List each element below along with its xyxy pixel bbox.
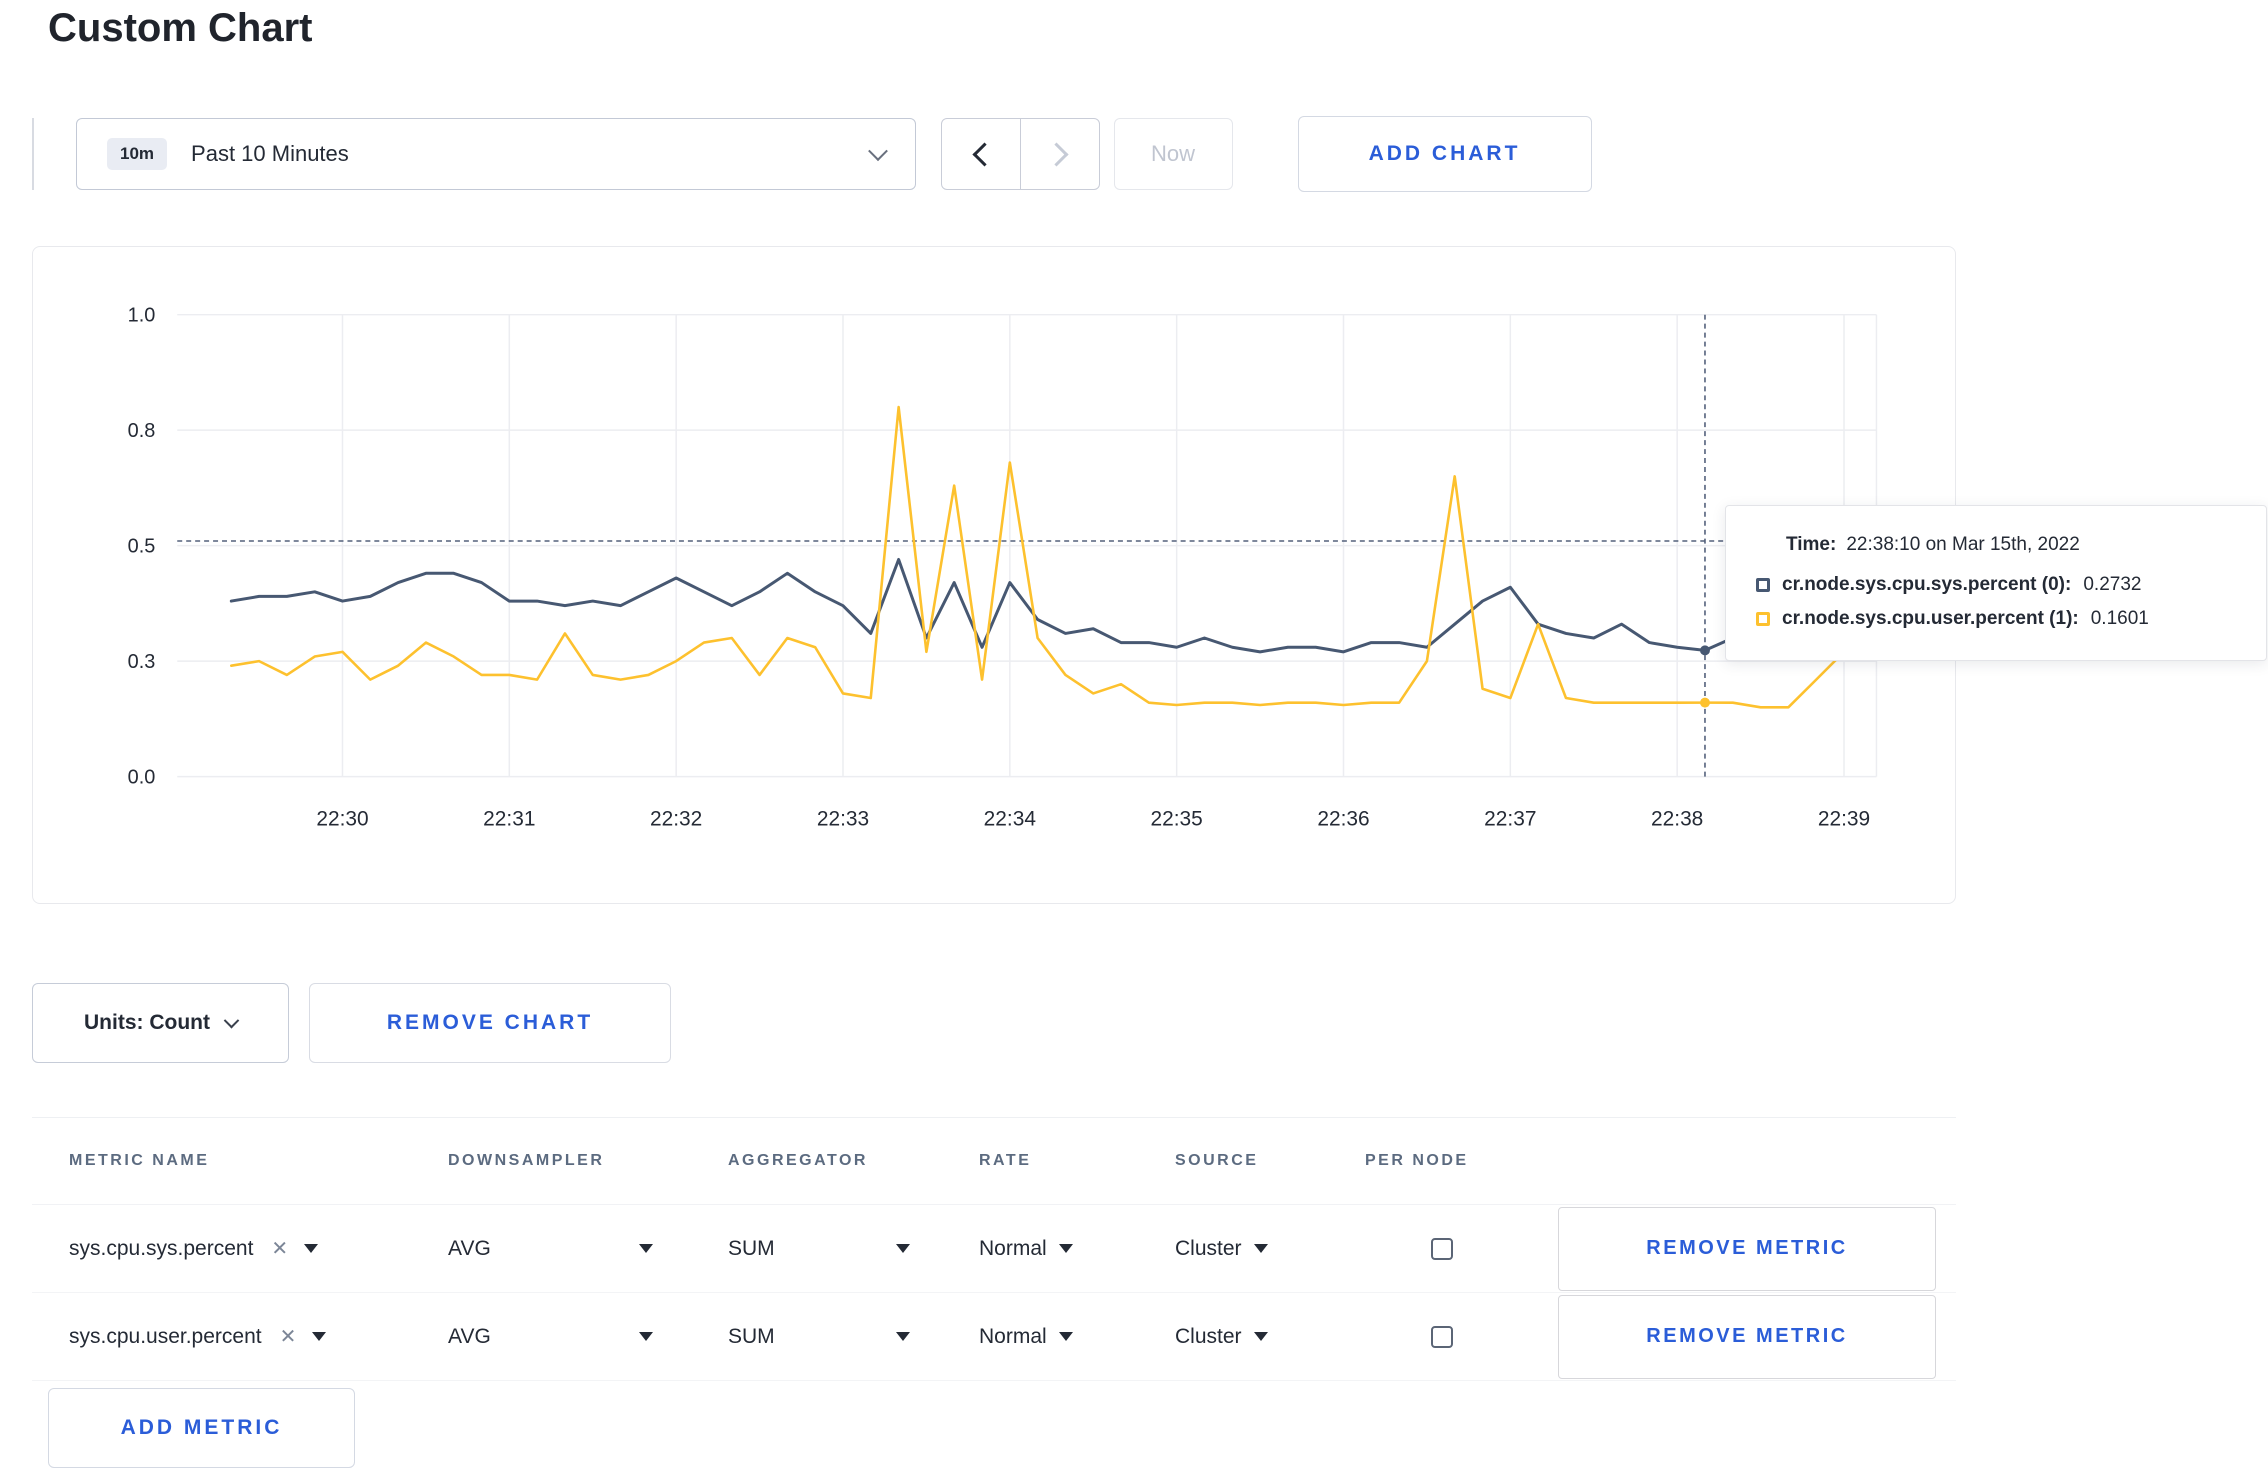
chevron-left-icon — [971, 141, 997, 167]
time-toolbar: 10m Past 10 Minutes Now ADD CHART — [32, 116, 1592, 192]
caret-down-icon — [1253, 1244, 1268, 1253]
series-swatch-sys-icon — [1756, 578, 1770, 592]
per-node-checkbox[interactable] — [1431, 1325, 1453, 1348]
time-pager — [941, 118, 1100, 190]
metrics-table-header: METRIC NAME DOWNSAMPLER AGGREGATOR RATE … — [32, 1118, 1956, 1205]
time-range-badge: 10m — [107, 138, 168, 170]
caret-down-icon — [639, 1332, 653, 1341]
svg-text:22:34: 22:34 — [984, 807, 1036, 830]
aggregator-value: SUM — [728, 1236, 775, 1260]
svg-text:22:31: 22:31 — [483, 807, 535, 830]
remove-chart-button[interactable]: REMOVE CHART — [309, 983, 671, 1063]
tooltip-series-name: cr.node.sys.cpu.sys.percent (0): — [1782, 574, 2072, 595]
caret-down-icon — [896, 1244, 910, 1253]
prev-range-button[interactable] — [941, 118, 1021, 190]
line-chart[interactable]: 0.0 0.3 0.5 0.8 1.0 22:30 22:31 22:32 22:33 22:34… — [33, 247, 1954, 902]
page-title: Custom Chart — [48, 6, 313, 50]
units-dropdown[interactable]: Units: Count — [32, 983, 289, 1063]
aggregator-select[interactable]: SUM — [728, 1325, 910, 1349]
col-header-aggregator: AGGREGATOR — [728, 1152, 868, 1169]
tooltip-time-value: 22:38:10 on Mar 15th, 2022 — [1846, 534, 2080, 555]
custom-chart-page: Custom Chart 10m Past 10 Minutes Now ADD… — [0, 0, 2268, 1478]
svg-text:22:35: 22:35 — [1151, 807, 1203, 830]
metric-name-select[interactable]: sys.cpu.user.percent ✕ — [69, 1324, 448, 1349]
caret-down-icon — [1058, 1244, 1073, 1253]
now-button[interactable]: Now — [1113, 118, 1233, 190]
clear-metric-icon[interactable]: ✕ — [280, 1324, 297, 1349]
tooltip-series-row: cr.node.sys.cpu.sys.percent (0): 0.2732 — [1756, 574, 2236, 596]
downsampler-select[interactable]: AVG — [448, 1237, 653, 1261]
chart-card: 0.0 0.3 0.5 0.8 1.0 22:30 22:31 22:32 22:33 22:34… — [32, 246, 2267, 904]
units-label: Units: Count — [84, 1011, 210, 1034]
col-header-rate: RATE — [979, 1152, 1032, 1169]
caret-down-icon[interactable] — [304, 1244, 319, 1253]
tooltip-series-name: cr.node.sys.cpu.user.percent (1): — [1782, 608, 2079, 629]
rate-select[interactable]: Normal — [979, 1325, 1073, 1349]
next-range-button[interactable] — [1019, 118, 1100, 190]
caret-down-icon — [1253, 1332, 1268, 1341]
chevron-right-icon — [1044, 141, 1069, 167]
metric-row: sys.cpu.user.percent ✕ AVG SUM Normal Cl… — [32, 1293, 1956, 1381]
aggregator-value: SUM — [728, 1324, 775, 1348]
chevron-down-icon — [868, 141, 888, 162]
metric-name-value[interactable]: sys.cpu.sys.percent — [69, 1237, 253, 1261]
metric-name-value[interactable]: sys.cpu.user.percent — [69, 1325, 262, 1349]
tooltip-series-value: 0.2732 — [2083, 574, 2142, 595]
add-chart-button[interactable]: ADD CHART — [1297, 116, 1592, 192]
remove-metric-button[interactable]: REMOVE METRIC — [1558, 1206, 1936, 1291]
clear-metric-icon[interactable]: ✕ — [271, 1236, 288, 1261]
svg-text:22:32: 22:32 — [650, 807, 702, 830]
caret-down-icon — [639, 1244, 653, 1253]
add-metric-button[interactable]: ADD METRIC — [48, 1388, 355, 1468]
series-swatch-user-icon — [1756, 612, 1770, 626]
source-value: Cluster — [1175, 1236, 1242, 1260]
chart-actions-row: Units: Count REMOVE CHART — [32, 983, 671, 1063]
svg-text:0.0: 0.0 — [128, 767, 156, 789]
toolbar-divider — [32, 118, 34, 190]
svg-text:22:38: 22:38 — [1651, 807, 1703, 830]
chart-tooltip: Time: 22:38:10 on Mar 15th, 2022 cr.node.… — [1725, 505, 2267, 661]
downsampler-value: AVG — [448, 1236, 491, 1260]
per-node-checkbox[interactable] — [1431, 1237, 1453, 1260]
col-header-metric-name: METRIC NAME — [69, 1152, 210, 1169]
downsampler-value: AVG — [448, 1324, 491, 1348]
caret-down-icon — [1058, 1332, 1073, 1341]
tooltip-time-label: Time: — [1786, 534, 1837, 555]
time-range-dropdown[interactable]: 10m Past 10 Minutes — [76, 118, 916, 190]
metrics-table: METRIC NAME DOWNSAMPLER AGGREGATOR RATE … — [32, 1117, 1956, 1381]
caret-down-icon[interactable] — [312, 1332, 327, 1341]
tooltip-series-row: cr.node.sys.cpu.user.percent (1): 0.1601 — [1756, 608, 2236, 630]
svg-text:22:30: 22:30 — [316, 807, 368, 830]
metric-name-select[interactable]: sys.cpu.sys.percent ✕ — [69, 1236, 448, 1261]
rate-select[interactable]: Normal — [979, 1237, 1073, 1261]
svg-text:0.5: 0.5 — [128, 536, 156, 558]
svg-text:22:33: 22:33 — [817, 807, 869, 830]
downsampler-select[interactable]: AVG — [448, 1325, 653, 1349]
svg-text:22:36: 22:36 — [1317, 807, 1369, 830]
remove-metric-button[interactable]: REMOVE METRIC — [1558, 1294, 1936, 1379]
rate-value: Normal — [979, 1236, 1047, 1260]
time-range-label: Past 10 Minutes — [191, 141, 349, 166]
svg-text:0.3: 0.3 — [128, 651, 156, 673]
col-header-per-node: PER NODE — [1365, 1152, 1469, 1169]
svg-text:22:37: 22:37 — [1484, 807, 1536, 830]
col-header-downsampler: DOWNSAMPLER — [448, 1152, 605, 1169]
tooltip-series-value: 0.1601 — [2090, 608, 2149, 629]
svg-text:0.8: 0.8 — [128, 420, 156, 442]
svg-text:22:39: 22:39 — [1818, 807, 1870, 830]
chevron-down-icon — [223, 1012, 240, 1028]
svg-text:1.0: 1.0 — [128, 305, 156, 327]
caret-down-icon — [896, 1332, 910, 1341]
metric-row: sys.cpu.sys.percent ✕ AVG SUM Normal Clu… — [32, 1205, 1956, 1293]
source-select[interactable]: Cluster — [1175, 1325, 1268, 1349]
tooltip-time: Time: 22:38:10 on Mar 15th, 2022 — [1786, 534, 2236, 556]
rate-value: Normal — [979, 1324, 1047, 1348]
source-value: Cluster — [1175, 1324, 1242, 1348]
aggregator-select[interactable]: SUM — [728, 1237, 910, 1261]
source-select[interactable]: Cluster — [1175, 1237, 1268, 1261]
col-header-source: SOURCE — [1175, 1152, 1259, 1169]
